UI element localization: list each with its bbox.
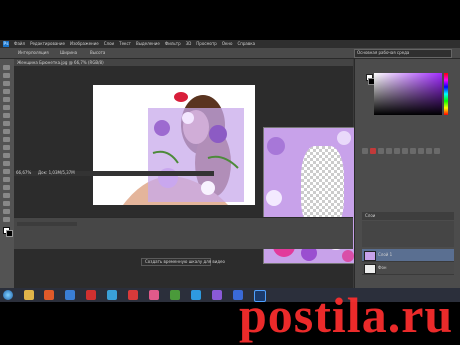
workspace-select[interactable]: Основная рабочая среда [354,49,452,58]
layers-panel-title[interactable]: Слои [365,213,375,219]
vibrance-icon[interactable] [394,148,400,154]
layers-options [362,221,454,247]
dodge-tool-icon[interactable] [3,169,10,174]
skype-icon[interactable] [191,290,201,300]
menu-filter[interactable]: Фильтр [165,41,181,47]
history-brush-tool-icon[interactable] [3,137,10,142]
gradient-tool-icon[interactable] [3,153,10,158]
menu-file[interactable]: Файл [14,41,25,47]
background-color-icon[interactable] [6,230,13,237]
hue-sat-icon[interactable] [402,148,408,154]
pen-tool-icon[interactable] [3,177,10,182]
document-tab[interactable]: Женщина Брюнетка.jpg @ 66,7% (RGB/8) [14,59,353,66]
type-tool-icon[interactable] [3,185,10,190]
marquee-tool-icon[interactable] [3,73,10,78]
color-picker-field[interactable] [374,73,442,115]
lasso-tool-icon[interactable] [3,81,10,86]
menu-help[interactable]: Справка [237,41,255,47]
background-thumbnail [364,264,376,274]
workspace-select-label: Основная рабочая среда [357,50,410,55]
menu-edit[interactable]: Редактирование [30,41,65,47]
timeline-controls[interactable] [17,222,77,226]
document-info: Док: 1,03М/5,37М [38,170,75,175]
document-tab-title: Женщина Брюнетка.jpg @ 66,7% (RGB/8) [17,60,104,65]
browser-icon[interactable] [128,290,138,300]
site-watermark: postila.ru [239,287,454,343]
layer-row-1[interactable]: Слой 1 [362,249,454,262]
option-interpolation[interactable]: Интерполяция [18,50,49,56]
eraser-tool-icon[interactable] [3,145,10,150]
menu-image[interactable]: Изображение [70,41,99,47]
shape-tool-icon[interactable] [3,201,10,206]
move-tool-icon[interactable] [3,65,10,70]
explorer-icon[interactable] [24,290,34,300]
zoom-tool-icon[interactable] [3,217,10,222]
option-width[interactable]: Ширина [60,50,77,56]
photoshop-logo: Ps [3,41,9,47]
create-timeline-label: Создать временную шкалу для видео [145,259,225,264]
stamp-tool-icon[interactable] [3,129,10,134]
color-balance-icon[interactable] [410,148,416,154]
zoom-level[interactable]: 66,67% [16,170,31,176]
layer-thumbnail [364,251,376,261]
menu-view[interactable]: Просмотр [196,41,217,47]
tools-panel [0,59,15,288]
menu-layers[interactable]: Слои [104,41,114,47]
start-button-icon[interactable] [3,290,13,300]
app-green-icon[interactable] [170,290,180,300]
brush-tool-icon[interactable] [3,121,10,126]
eyedropper-tool-icon[interactable] [3,105,10,110]
layer-name-1: Слой 1 [378,252,393,257]
exposure-icon[interactable] [386,148,392,154]
layer-name-background: Фон [378,265,387,270]
photo-filter-icon[interactable] [426,148,432,154]
app-blue-icon[interactable] [107,290,117,300]
media-player-icon[interactable] [44,290,54,300]
layer-row-background[interactable]: Фон [362,262,454,275]
menu-window[interactable]: Окно [222,41,233,47]
menu-bar: Ps Файл Редактирование Изображение Слои … [0,40,460,48]
quick-select-tool-icon[interactable] [3,89,10,94]
menu-select[interactable]: Выделение [136,41,160,47]
menu-3d[interactable]: 3D [186,41,192,47]
floral-pattern [152,112,239,195]
path-select-tool-icon[interactable] [3,193,10,198]
black-white-icon[interactable] [418,148,424,154]
adjustments-panel [362,148,454,154]
status-bar: 66,67% Док: 1,03М/5,37М [14,170,214,176]
layers-panel-header: Слои [362,212,454,220]
floral-frame-overlay [148,108,244,202]
files-icon[interactable] [65,290,75,300]
app-red-icon[interactable] [86,290,96,300]
option-height[interactable]: Высота [90,50,105,56]
hand-tool-icon[interactable] [3,209,10,214]
hue-slider[interactable] [444,73,448,115]
menu-type[interactable]: Текст [119,41,131,47]
crop-tool-icon[interactable] [3,97,10,102]
app-purple-icon[interactable] [212,290,222,300]
curves-icon[interactable] [378,148,384,154]
levels-icon[interactable] [370,148,376,154]
create-timeline-button[interactable]: Создать временную шкалу для видео [141,258,225,266]
app-pink-icon[interactable] [149,290,159,300]
options-bar: Интерполяция Ширина Высота Основная рабо… [0,48,460,59]
healing-tool-icon[interactable] [3,113,10,118]
letterbox-top [0,0,460,40]
brightness-icon[interactable] [362,148,368,154]
channel-mixer-icon[interactable] [434,148,440,154]
blur-tool-icon[interactable] [3,161,10,166]
timeline-panel [14,217,353,249]
